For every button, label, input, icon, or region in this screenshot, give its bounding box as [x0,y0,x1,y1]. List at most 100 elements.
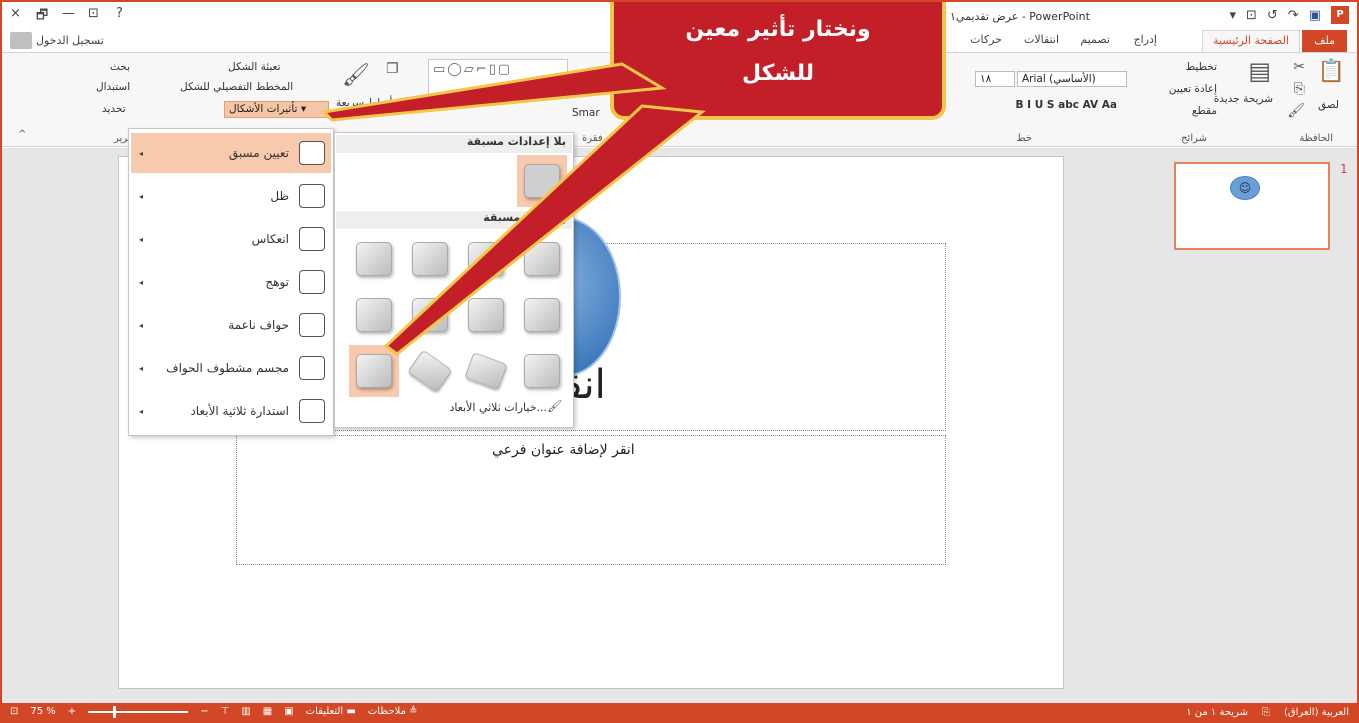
arrange-icon[interactable]: ❐ [386,61,399,77]
effect-preview-icon [299,184,325,208]
new-slide-icon[interactable]: ▤ [1248,57,1271,85]
language-indicator[interactable]: العربية (العراق) [1284,707,1349,718]
effect-preview-icon [299,313,325,337]
shapes-gallery[interactable]: ▭◯▱⌐▯▢ [428,59,568,99]
zoom-level[interactable]: 75 % [30,706,55,717]
preset-option[interactable] [517,289,567,341]
slide-thumbnail[interactable]: ☺ [1174,162,1330,250]
preset-option[interactable] [461,345,511,397]
paste-button[interactable]: لصق [1318,99,1339,111]
slide-sorter-icon[interactable]: ▦ [263,706,272,717]
preset-option[interactable] [405,233,455,285]
menu-item-5[interactable]: ◂ مجسم مشطوف الحواف [131,348,331,388]
select-button[interactable]: تحديد [102,103,126,115]
minimize-icon[interactable]: — [62,6,75,21]
submenu-arrow-icon: ◂ [139,191,144,201]
preset-thumbnail [468,298,504,332]
preset-option[interactable] [349,345,399,397]
new-slide-button[interactable]: شريحة جديدة [1214,93,1273,105]
preset-option[interactable] [461,233,511,285]
menu-item-label: استدارة ثلاثية الأبعاد [190,404,289,418]
cut-icon[interactable]: ✂ [1293,59,1305,75]
tab-insert[interactable]: إدراج [1134,33,1157,46]
reading-view-icon[interactable]: ▥ [241,706,250,717]
reset-button[interactable]: إعادة تعيين [1169,83,1217,95]
preset-option[interactable] [405,289,455,341]
effect-preview-icon [299,270,325,294]
zoom-slider[interactable] [88,705,189,718]
close-icon[interactable]: × [10,6,21,21]
preset-thumbnail [524,298,560,332]
normal-view-icon[interactable]: ▣ [284,706,293,717]
preset-none-cell[interactable] [517,155,567,207]
effect-preview-icon [299,356,325,380]
section-button[interactable]: مقطع [1192,105,1217,117]
3d-options-link[interactable]: خيارات ثلاثي الأبعاد... [337,401,571,414]
preset-option[interactable] [349,289,399,341]
preset-option[interactable] [349,233,399,285]
shape-effects-button[interactable]: تأثيرات الأشكال ▾ [224,101,329,118]
font-name-box[interactable]: Arial (الأساسي) [1017,71,1127,87]
effect-preview-icon [299,227,325,251]
redo-icon[interactable]: ↷ [1288,8,1299,23]
shape-outline-button[interactable]: المخطط التفصيلي للشكل [180,81,293,93]
menu-item-6[interactable]: ◂ استدارة ثلاثية الأبعاد [131,391,331,431]
preset-thumbnail [464,352,508,390]
layout-button[interactable]: تخطيط [1186,61,1217,73]
spell-check-icon[interactable]: ⎘ [1262,707,1270,718]
restore-icon[interactable]: 🗗 [36,6,48,28]
tab-transitions[interactable]: انتقالات [1024,33,1059,46]
copy-icon[interactable]: ⎘ [1294,81,1305,97]
status-bar: شريحة ١ من ١ ⎘ العربية (العراق) ⊡ 75 % +… [2,703,1357,721]
find-button[interactable]: بحث [110,61,130,73]
menu-item-3[interactable]: ◂ توهج [131,262,331,302]
group-label-clipboard: الحافظة [1299,133,1333,144]
preset-option[interactable] [461,289,511,341]
menu-item-4[interactable]: ◂ حواف ناعمة [131,305,331,345]
slide-show-icon[interactable]: ⊤ [221,706,230,717]
menu-item-1[interactable]: ◂ ظل [131,176,331,216]
ribbon-display-icon[interactable]: ⊡ [88,6,99,21]
preset-option[interactable] [517,345,567,397]
menu-item-label: تعيين مسبق [228,146,289,160]
sign-in-label: تسجيل الدخول [36,34,104,47]
tab-design[interactable]: تصميم [1080,33,1110,46]
fit-slide-icon[interactable]: ⊡ [10,706,18,717]
sign-in[interactable]: تسجيل الدخول [10,32,104,49]
shape-fill-button[interactable]: تعبئة الشكل [228,61,281,73]
font-style-buttons[interactable]: B I U S abc AV Aa [1015,99,1117,111]
help-icon[interactable]: ? [116,6,123,21]
notes-button[interactable]: ملاحظات ≜ [368,706,418,717]
format-painter-icon[interactable]: 🖌 [1287,103,1305,119]
menu-item-2[interactable]: ◂ انعكاس [131,219,331,259]
tutorial-callout: ونختار تأثير معين للشكل [610,2,946,120]
paste-icon[interactable]: 📋 [1318,59,1345,84]
zoom-in-icon[interactable]: + [68,706,76,717]
quick-styles-icon[interactable]: 🖌 [342,63,370,88]
preset-thumbnail [356,298,392,332]
preset-option[interactable] [405,345,455,397]
group-label-slides: شرائح [1181,133,1207,144]
preset-thumbnail [524,242,560,276]
start-from-beginning-icon[interactable]: ⊡ [1246,8,1257,23]
tab-file[interactable]: ملف [1302,30,1347,52]
tab-animations[interactable]: حركات [970,33,1002,46]
menu-item-0[interactable]: ◂ تعيين مسبق [131,133,331,173]
tab-home[interactable]: الصفحة الرئيسية [1202,30,1300,53]
zoom-slider-thumb[interactable] [113,705,117,718]
font-size-box[interactable]: ١٨ [975,71,1015,87]
zoom-out-icon[interactable]: − [200,706,208,717]
submenu-arrow-icon: ◂ [139,277,144,287]
comments-button[interactable]: التعليقات ▬ [306,706,356,717]
undo-icon[interactable]: ↺ [1267,8,1278,23]
quick-styles-button[interactable]: أنماط سريعة [336,97,392,109]
preset-thumbnail [407,349,453,393]
save-icon[interactable]: ▣ [1309,8,1321,23]
preset-option[interactable] [517,233,567,285]
slide-thumbnail-number: 1 [1340,162,1348,176]
collapse-ribbon-icon[interactable]: ^ [18,129,26,140]
customize-icon[interactable]: ▾ [1229,8,1236,23]
submenu-arrow-icon: ◂ [139,234,144,244]
replace-button[interactable]: استبدال [96,81,130,93]
smartart-button[interactable]: Smar [572,107,600,119]
